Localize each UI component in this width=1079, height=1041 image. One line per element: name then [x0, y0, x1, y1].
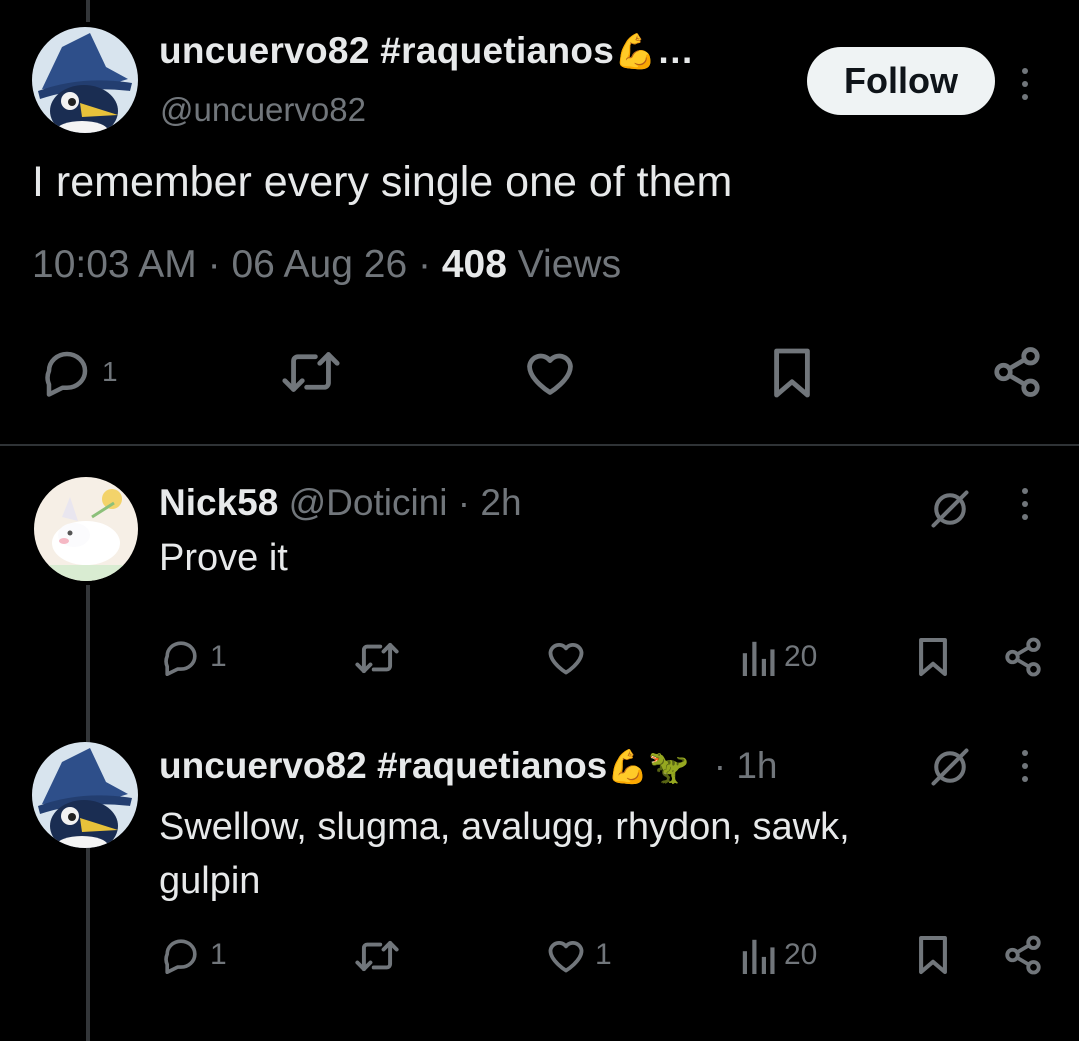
flexed-bicep-emoji: 💪 — [614, 33, 657, 71]
reply-button[interactable]: 1 — [160, 638, 227, 676]
more-options-icon[interactable] — [1022, 488, 1030, 527]
reply-button[interactable]: 1 — [40, 347, 118, 397]
bookmark-button[interactable] — [916, 636, 950, 678]
reply-header: Nick58 @Doticini · 2h — [159, 482, 522, 524]
reply-text-line: Swellow, slugma, avalugg, rhydon, sawk, — [159, 806, 850, 848]
reply-age[interactable]: 1h — [736, 745, 777, 786]
like-icon — [548, 643, 584, 675]
share-icon — [1005, 935, 1041, 975]
reply-icon — [164, 939, 197, 974]
bookmark-icon — [919, 935, 947, 975]
more-options-icon[interactable] — [1022, 750, 1030, 789]
reply-button[interactable]: 1 — [160, 936, 227, 974]
retweet-icon — [355, 642, 399, 674]
bookmark-icon — [919, 637, 947, 677]
avatar-uncuervo82[interactable] — [32, 742, 138, 848]
meta-separator: · — [207, 243, 221, 286]
display-name-text: uncuervo82 #raquetianos — [159, 30, 615, 71]
share-button[interactable] — [1002, 636, 1044, 678]
reply-separator: · — [713, 745, 727, 786]
reply-separator: · — [457, 482, 471, 523]
avatar-uncuervo82[interactable] — [32, 27, 138, 133]
post-date: 06 Aug 26 — [231, 243, 408, 286]
reply-icon — [164, 641, 197, 676]
like-icon — [548, 941, 584, 973]
retweet-button[interactable] — [354, 938, 400, 974]
reply-header: uncuervo82 #raquetianos💪🦖 · 1h — [159, 745, 778, 787]
reply-icon — [45, 351, 88, 397]
grok-button[interactable] — [928, 745, 972, 789]
views-button[interactable]: 20 — [740, 638, 817, 676]
share-icon — [1005, 637, 1041, 677]
divider — [0, 444, 1079, 446]
retweet-button[interactable] — [354, 640, 400, 676]
post-time: 10:03 AM — [32, 243, 197, 286]
meta-separator: · — [417, 243, 431, 286]
views-count: 20 — [784, 640, 818, 673]
bookmark-button[interactable] — [770, 346, 814, 400]
handle[interactable]: @uncuervo82 — [160, 91, 366, 129]
reply-count: 1 — [210, 640, 227, 673]
follow-button[interactable]: Follow — [807, 47, 995, 115]
views-count: 20 — [784, 938, 818, 971]
views-button[interactable]: 20 — [740, 936, 817, 974]
grok-button[interactable] — [928, 487, 972, 531]
bookmark-icon — [774, 348, 810, 398]
like-count: 1 — [595, 938, 612, 971]
like-button[interactable] — [545, 638, 587, 676]
like-button[interactable]: 1 — [545, 936, 612, 974]
retweet-icon — [355, 940, 399, 972]
reply-text-line: gulpin — [159, 860, 261, 902]
reply-handle[interactable]: @Doticini — [289, 482, 448, 523]
reply-age[interactable]: 2h — [480, 482, 521, 523]
retweet-icon — [282, 352, 340, 392]
grok-icon — [931, 490, 969, 528]
reply-count: 1 — [102, 356, 118, 387]
name-emojis: 💪🦖 — [607, 748, 690, 785]
display-name[interactable]: uncuervo82 #raquetianos💪… — [159, 30, 694, 72]
like-button[interactable] — [522, 347, 578, 397]
reply-text: Prove it — [159, 537, 288, 579]
retweet-button[interactable] — [280, 348, 342, 396]
name-truncation: … — [656, 30, 695, 71]
post-text: I remember every single one of them — [32, 158, 733, 206]
reply-display-name[interactable]: uncuervo82 #raquetianos — [159, 745, 607, 786]
bookmark-button[interactable] — [916, 934, 950, 976]
reply-count: 1 — [210, 938, 227, 971]
views-count: 408 — [441, 243, 507, 286]
like-icon — [527, 353, 573, 395]
reply-display-name[interactable]: Nick58 — [159, 482, 278, 523]
avatar-nick58[interactable] — [34, 477, 138, 581]
views-icon — [742, 641, 775, 676]
views-label[interactable]: Views — [518, 243, 621, 286]
share-button[interactable] — [1002, 934, 1044, 976]
thread-line-top — [86, 0, 90, 22]
share-button[interactable] — [990, 345, 1044, 399]
reply-text: Swellow, slugma, avalugg, rhydon, sawk, … — [159, 800, 850, 908]
share-icon — [994, 347, 1040, 397]
more-options-icon[interactable] — [1022, 68, 1030, 107]
views-icon — [742, 939, 775, 974]
post-metadata: 10:03 AM · 06 Aug 26 · 408 Views — [32, 243, 621, 287]
grok-icon — [931, 748, 969, 786]
